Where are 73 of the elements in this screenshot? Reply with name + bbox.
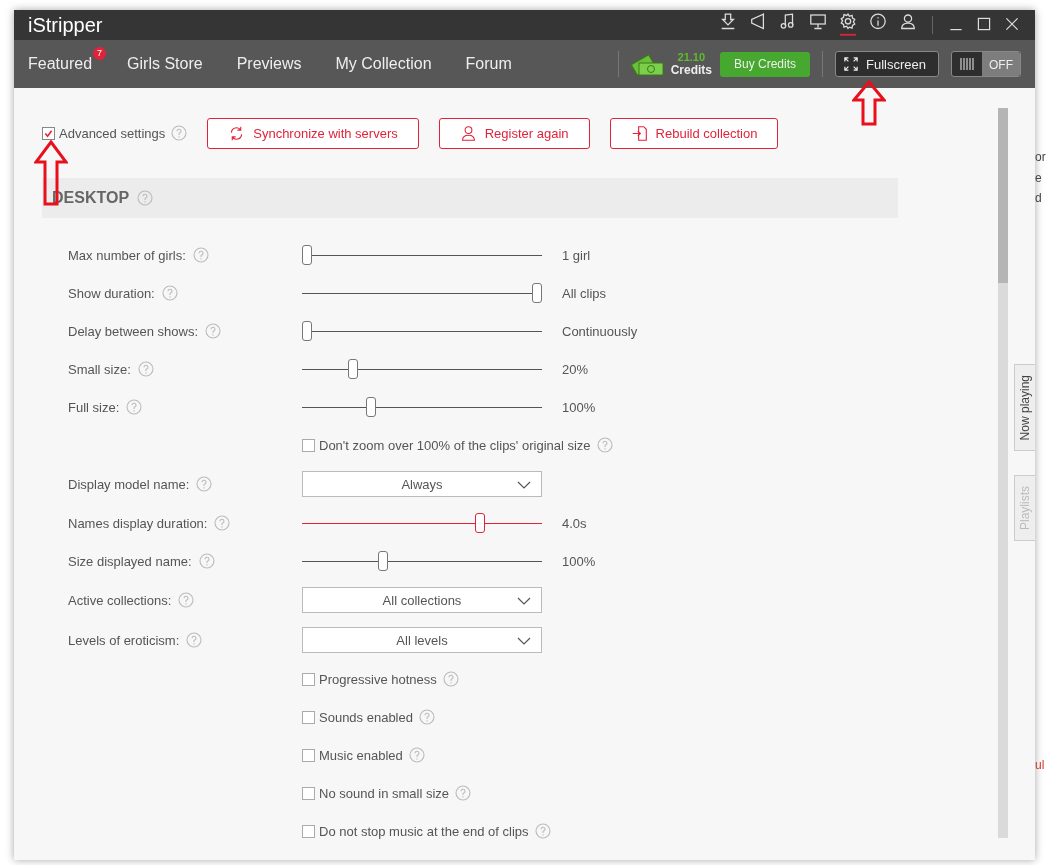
checkbox-label: Progressive hotness: [319, 671, 437, 687]
annotation-arrow: [852, 80, 886, 126]
bars-icon: [960, 57, 974, 71]
nav-tab[interactable]: Forum: [465, 55, 512, 73]
setting-label: Full size:: [68, 399, 120, 415]
user-icon: [459, 124, 477, 142]
checkbox-label: No sound in small size: [319, 785, 450, 801]
fullscreen-button[interactable]: Fullscreen: [835, 51, 939, 77]
action-button[interactable]: Register again: [438, 117, 590, 149]
background-text: d: [1035, 191, 1042, 205]
checkbox-label: Music enabled: [319, 747, 403, 763]
slider-value: 20%: [562, 361, 589, 377]
slider-thumb[interactable]: [366, 397, 377, 417]
checkbox[interactable]: [302, 438, 315, 452]
checkbox[interactable]: [302, 786, 315, 800]
slider-thumb[interactable]: [348, 359, 358, 379]
slider-value: 100%: [562, 553, 596, 569]
slider-value: 4.0s: [562, 515, 587, 531]
nav-tab[interactable]: My Collection: [335, 55, 432, 73]
app-logo: iStripper: [28, 13, 103, 37]
setting-label: Show duration:: [68, 285, 155, 301]
file-import-icon: [630, 124, 648, 142]
slider-value: Continuously: [562, 323, 638, 339]
slider-thumb[interactable]: [377, 551, 388, 571]
nav-tab[interactable]: Previews: [236, 55, 302, 73]
nav-tab[interactable]: Featured: [28, 55, 93, 73]
setting-label: Delay between shows:: [68, 323, 199, 339]
background-text: or: [1035, 150, 1046, 164]
setting-label: Names display duration:: [68, 515, 208, 531]
checkbox[interactable]: [302, 748, 315, 762]
chevron-down-icon: [517, 637, 531, 645]
background-text: e: [1035, 171, 1042, 185]
chevron-down-icon: [517, 481, 531, 489]
checkbox-label: Don't zoom over 100% of the clips' original size: [319, 437, 591, 453]
money-icon: [630, 51, 665, 77]
slider-value: 1 girl: [562, 247, 591, 263]
credit-amount: 21.10: [677, 51, 706, 64]
checkbox-label: Do not stop music at the end of clips: [319, 823, 529, 839]
setting-label: Max number of girls:: [68, 247, 186, 263]
slider-thumb[interactable]: [302, 245, 312, 265]
scrollbar[interactable]: [998, 108, 1008, 838]
notification-badge: 7: [93, 47, 107, 60]
dropdown[interactable]: All collections: [302, 587, 542, 613]
maximize-icon[interactable]: [976, 15, 992, 32]
checkbox-label: Sounds enabled: [319, 709, 413, 725]
checkbox[interactable]: [302, 672, 315, 686]
setting-label: Display model name:: [68, 476, 190, 492]
setting-label: Active collections:: [68, 592, 172, 608]
setting-label: Size displayed name:: [68, 553, 192, 569]
checkbox[interactable]: [302, 824, 315, 838]
setting-label: Levels of eroticism:: [68, 632, 180, 648]
checkbox[interactable]: [42, 126, 55, 140]
dropdown[interactable]: All levels: [302, 627, 542, 653]
nav-tab[interactable]: Girls Store: [127, 55, 203, 73]
expand-icon: [844, 57, 859, 71]
slider-thumb[interactable]: [302, 321, 312, 341]
close-icon[interactable]: [1004, 15, 1020, 32]
toggle-switch[interactable]: OFF: [951, 51, 1021, 77]
settings-icon[interactable]: [839, 11, 857, 36]
slider-value: All clips: [562, 285, 607, 301]
action-button[interactable]: Synchronize with servers: [207, 117, 419, 149]
slider-thumb[interactable]: [474, 513, 485, 533]
action-button[interactable]: Rebuild collection: [609, 117, 779, 149]
setting-label: Small size:: [68, 361, 131, 377]
slider-value: 100%: [562, 399, 596, 415]
checkbox[interactable]: [302, 710, 315, 724]
dropdown[interactable]: Always: [302, 471, 542, 497]
background-text: ul: [1035, 758, 1045, 772]
credits-label: Credits: [670, 64, 712, 77]
side-tab[interactable]: Now playing: [1014, 364, 1035, 452]
checkbox-label: Advanced settings: [59, 125, 166, 141]
slider-thumb[interactable]: [532, 283, 542, 303]
chevron-down-icon: [517, 597, 531, 605]
